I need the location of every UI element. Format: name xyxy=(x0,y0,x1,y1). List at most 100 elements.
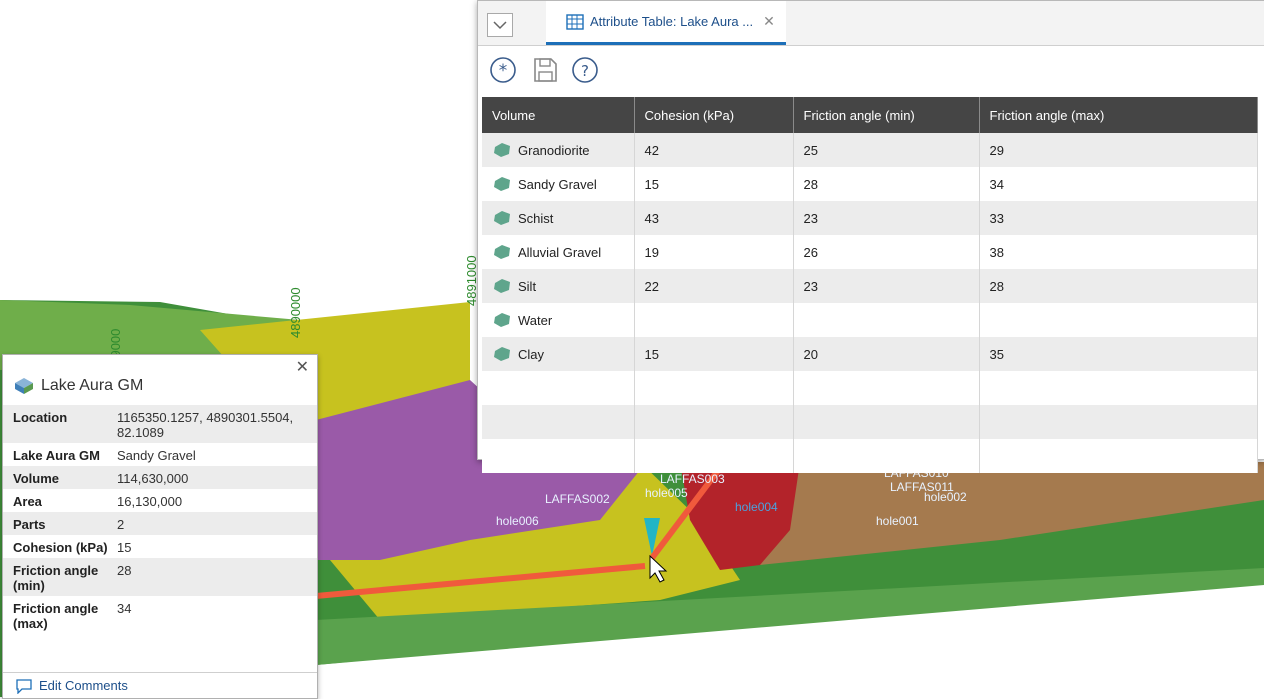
column-header[interactable]: Friction angle (max) xyxy=(979,97,1258,133)
value-cell[interactable]: 28 xyxy=(979,269,1258,303)
value-cell[interactable]: 23 xyxy=(793,201,980,235)
value-cell[interactable] xyxy=(979,405,1258,439)
value-cell[interactable]: 15 xyxy=(634,167,794,201)
volume-entry: Water xyxy=(492,312,624,328)
info-value: 1165350.1257, 4890301.5504, 82.1089 xyxy=(117,410,294,440)
value-cell[interactable] xyxy=(793,439,980,473)
table-row[interactable]: Silt 22 23 28 xyxy=(482,269,1258,303)
volume-entry: Schist xyxy=(492,210,624,226)
volume-icon xyxy=(494,279,510,293)
info-row: Parts 2 xyxy=(3,512,317,535)
attribute-table-window: Attribute Table: Lake Aura ... ✕ * ? Vol… xyxy=(477,0,1264,473)
column-header[interactable]: Volume xyxy=(482,97,635,133)
value-cell[interactable]: 42 xyxy=(634,133,794,167)
value-cell[interactable]: 28 xyxy=(793,167,980,201)
info-value: 114,630,000 xyxy=(117,471,189,486)
value-cell[interactable]: 43 xyxy=(634,201,794,235)
chevron-down-icon xyxy=(493,21,507,30)
svg-text:*: * xyxy=(499,61,508,81)
volume-icon xyxy=(494,211,510,225)
value-cell[interactable] xyxy=(634,439,794,473)
edit-comments-button[interactable]: Edit Comments xyxy=(3,672,317,698)
value-cell[interactable] xyxy=(634,371,794,405)
asterisk-icon[interactable]: * xyxy=(488,55,518,85)
table-row[interactable]: Granodiorite 42 25 29 xyxy=(482,133,1258,167)
table-row[interactable] xyxy=(482,371,1258,405)
table-row[interactable]: Water xyxy=(482,303,1258,337)
column-header[interactable]: Cohesion (kPa) xyxy=(634,97,794,133)
tab-label: Attribute Table: Lake Aura ... xyxy=(590,14,754,29)
volume-icon xyxy=(494,143,510,157)
collapse-button[interactable] xyxy=(487,13,513,37)
volume-name: Granodiorite xyxy=(518,142,590,158)
value-cell[interactable] xyxy=(634,303,794,337)
volume-cell[interactable]: Silt xyxy=(482,269,635,303)
volume-cell[interactable]: Alluvial Gravel xyxy=(482,235,635,269)
volume-icon xyxy=(494,313,510,327)
value-cell[interactable]: 23 xyxy=(793,269,980,303)
volume-cell[interactable]: Schist xyxy=(482,201,635,235)
value-cell[interactable]: 35 xyxy=(979,337,1258,371)
value-cell[interactable]: 19 xyxy=(634,235,794,269)
value-cell[interactable]: 20 xyxy=(793,337,980,371)
volume-icon xyxy=(494,177,510,191)
table-row[interactable]: Schist 43 23 33 xyxy=(482,201,1258,235)
volume-entry: Alluvial Gravel xyxy=(492,244,624,260)
volume-name: Water xyxy=(518,312,553,328)
info-panel-title: Lake Aura GM xyxy=(13,377,143,395)
value-cell[interactable] xyxy=(793,405,980,439)
value-cell[interactable] xyxy=(979,439,1258,473)
info-value: 28 xyxy=(117,563,132,578)
table-row[interactable]: Clay 15 20 35 xyxy=(482,337,1258,371)
tab-attribute-table[interactable]: Attribute Table: Lake Aura ... ✕ xyxy=(546,1,786,45)
value-cell[interactable]: 25 xyxy=(793,133,980,167)
value-cell[interactable]: 34 xyxy=(979,167,1258,201)
volume-cell[interactable]: Water xyxy=(482,303,635,337)
value-cell[interactable] xyxy=(979,303,1258,337)
edit-comments-label: Edit Comments xyxy=(39,678,128,693)
info-row: Friction angle (min) 28 xyxy=(3,558,317,596)
volume-cell[interactable]: Sandy Gravel xyxy=(482,167,635,201)
volume-name: Sandy Gravel xyxy=(518,176,597,192)
info-key: Volume xyxy=(13,471,59,486)
volume-cell[interactable] xyxy=(482,439,635,473)
volume-entry: Silt xyxy=(492,278,624,294)
volume-icon xyxy=(494,245,510,259)
toolbar: * ? xyxy=(478,46,1264,96)
info-rows: Location 1165350.1257, 4890301.5504, 82.1… xyxy=(3,405,317,634)
volume-cell[interactable] xyxy=(482,371,635,405)
hole-label: hole001 xyxy=(876,514,919,528)
table-row[interactable] xyxy=(482,405,1258,439)
close-tab-icon[interactable]: ✕ xyxy=(763,13,775,30)
comment-icon xyxy=(16,678,32,694)
value-cell[interactable]: 29 xyxy=(979,133,1258,167)
value-cell[interactable] xyxy=(793,371,980,405)
svg-text:?: ? xyxy=(581,62,589,80)
value-cell[interactable] xyxy=(793,303,980,337)
help-icon[interactable]: ? xyxy=(570,55,600,85)
info-key: Lake Aura GM xyxy=(13,448,100,463)
close-icon[interactable]: ✕ xyxy=(296,357,309,377)
hole-label: hole004 xyxy=(735,500,778,514)
info-row: Lake Aura GM Sandy Gravel xyxy=(3,443,317,466)
hole-label: LAFFAS002 xyxy=(545,492,610,506)
volume-cell[interactable]: Granodiorite xyxy=(482,133,635,167)
attribute-table: Volume Cohesion (kPa) Friction angle (mi… xyxy=(482,97,1258,473)
value-cell[interactable]: 15 xyxy=(634,337,794,371)
value-cell[interactable] xyxy=(634,405,794,439)
volume-cell[interactable] xyxy=(482,405,635,439)
value-cell[interactable]: 38 xyxy=(979,235,1258,269)
value-cell[interactable] xyxy=(979,371,1258,405)
value-cell[interactable]: 33 xyxy=(979,201,1258,235)
volume-name: Schist xyxy=(518,210,554,226)
volume-cell[interactable]: Clay xyxy=(482,337,635,371)
info-title-label: Lake Aura GM xyxy=(41,377,144,394)
value-cell[interactable]: 26 xyxy=(793,235,980,269)
table-row[interactable]: Sandy Gravel 15 28 34 xyxy=(482,167,1258,201)
table-row[interactable]: Alluvial Gravel 19 26 38 xyxy=(482,235,1258,269)
table-row[interactable] xyxy=(482,439,1258,473)
volume-icon xyxy=(494,347,510,361)
column-header[interactable]: Friction angle (min) xyxy=(793,97,980,133)
value-cell[interactable]: 22 xyxy=(634,269,794,303)
save-icon[interactable] xyxy=(530,55,560,85)
